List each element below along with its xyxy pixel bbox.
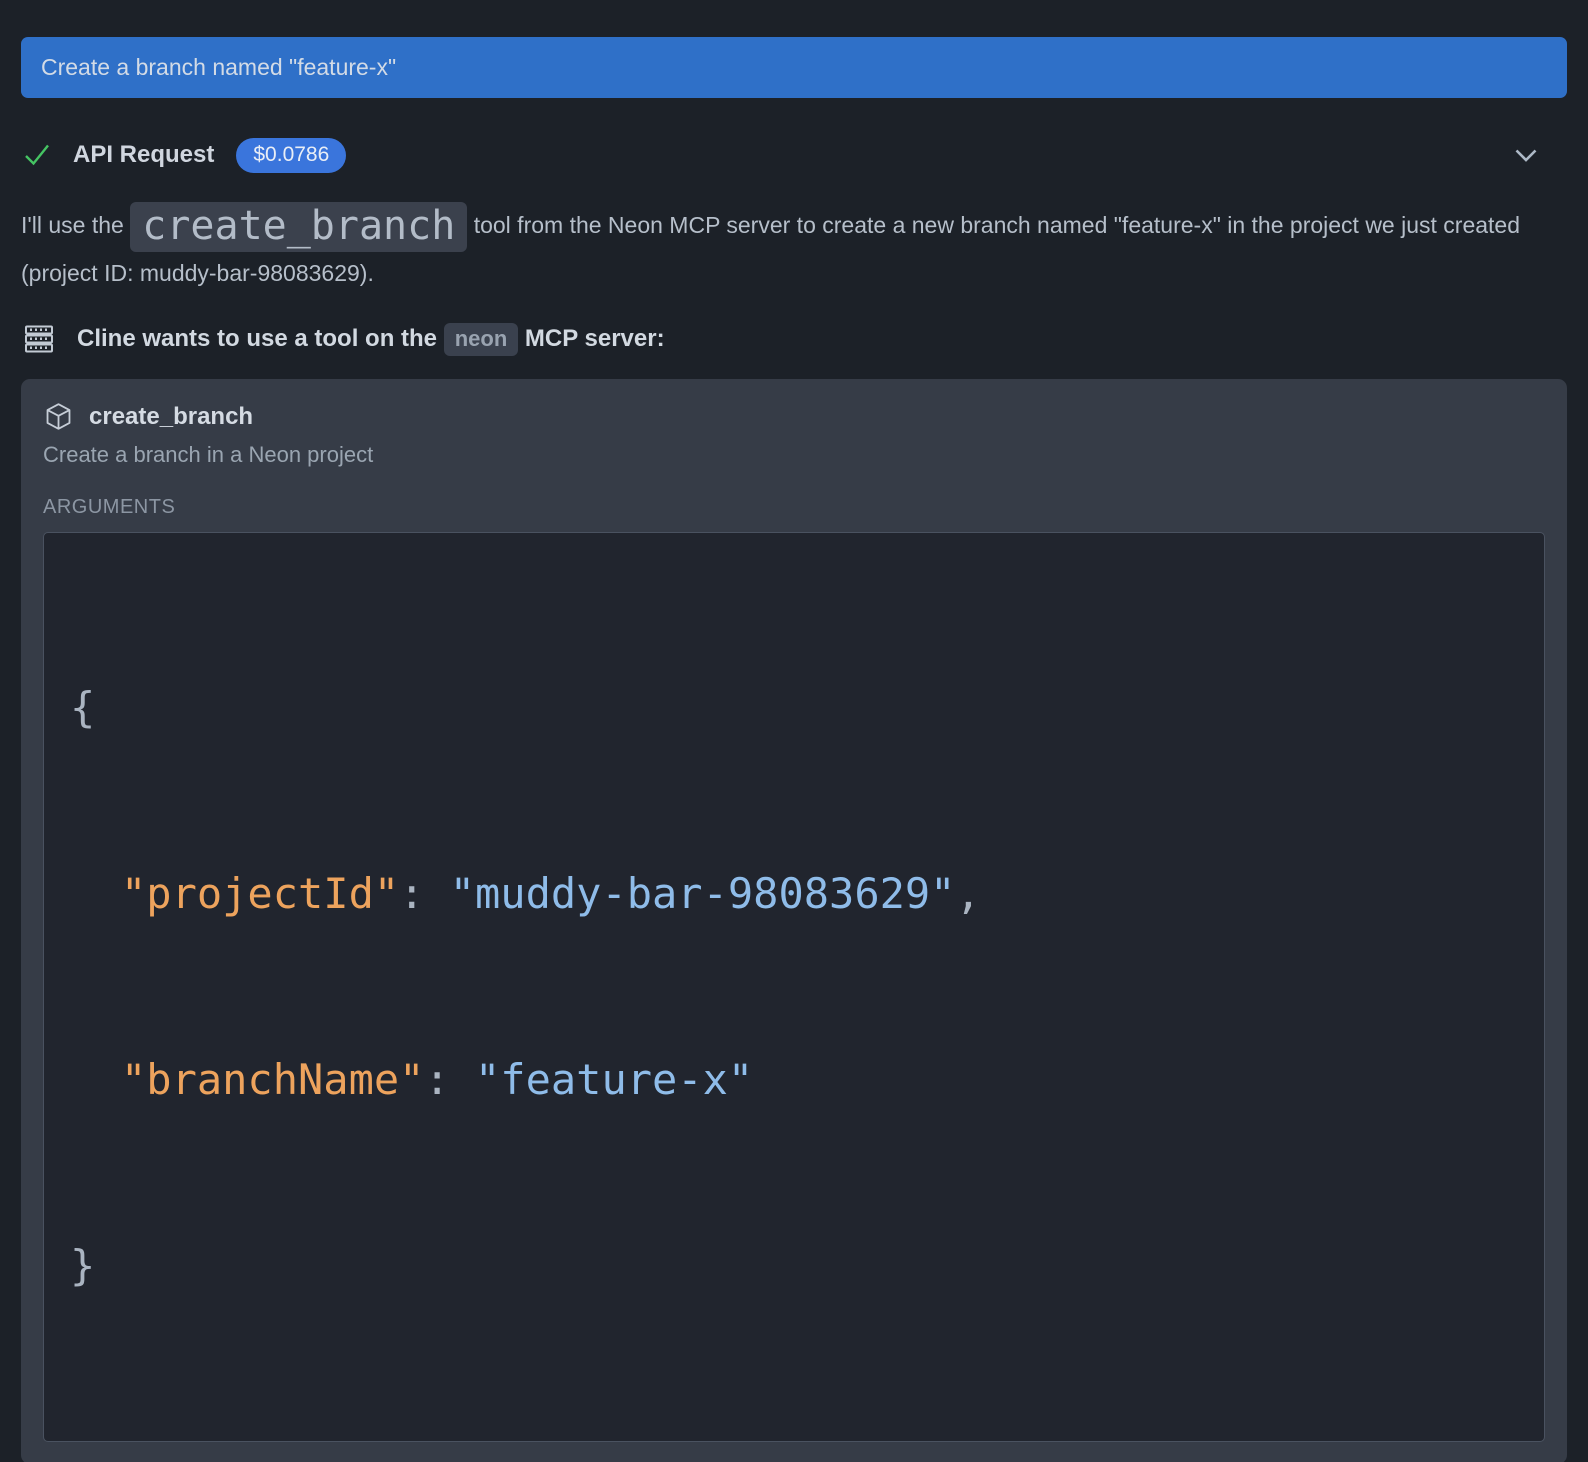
api-request-label: API Request [73,141,214,169]
api-request-left: API Request $0.0786 [21,138,346,173]
json-line: "branchName": "feature-x" [70,1049,1518,1111]
cost-badge: $0.0786 [236,138,346,173]
chevron-down-icon[interactable] [1510,139,1542,171]
tool-ask-row: Cline wants to use a tool on the neon MC… [21,321,1567,357]
message-text-pre: I'll use the [21,212,130,238]
tool-title-row: create_branch [43,401,1545,432]
assistant-message: I'll use the create_branch tool from the… [21,202,1567,295]
tool-ask-post: MCP server: [518,325,664,352]
tool-ask-pre: Cline wants to use a tool on the [77,325,444,352]
task-banner-text: Create a branch named "feature-x" [41,54,396,81]
inline-code-create-branch: create_branch [130,202,467,252]
cline-chat-panel: Create a branch named "feature-x" API Re… [0,0,1588,1462]
tool-request-card: create_branch Create a branch in a Neon … [21,379,1567,1462]
server-name-chip: neon [444,323,519,356]
api-request-header-1[interactable]: API Request $0.0786 [21,132,1567,178]
tool-ask-text: Cline wants to use a tool on the neon MC… [77,325,665,353]
check-icon [21,139,53,171]
json-line: { [70,677,1518,739]
cube-icon [43,401,74,432]
json-line: } [70,1235,1518,1297]
tool-description: Create a branch in a Neon project [43,442,1545,468]
mcp-server-icon [21,321,57,357]
arguments-code-block: { "projectId": "muddy-bar-98083629", "br… [43,532,1545,1442]
arguments-label: ARGUMENTS [43,496,1545,519]
tool-name: create_branch [89,403,253,431]
task-banner[interactable]: Create a branch named "feature-x" [21,37,1567,98]
json-line: "projectId": "muddy-bar-98083629", [70,863,1518,925]
